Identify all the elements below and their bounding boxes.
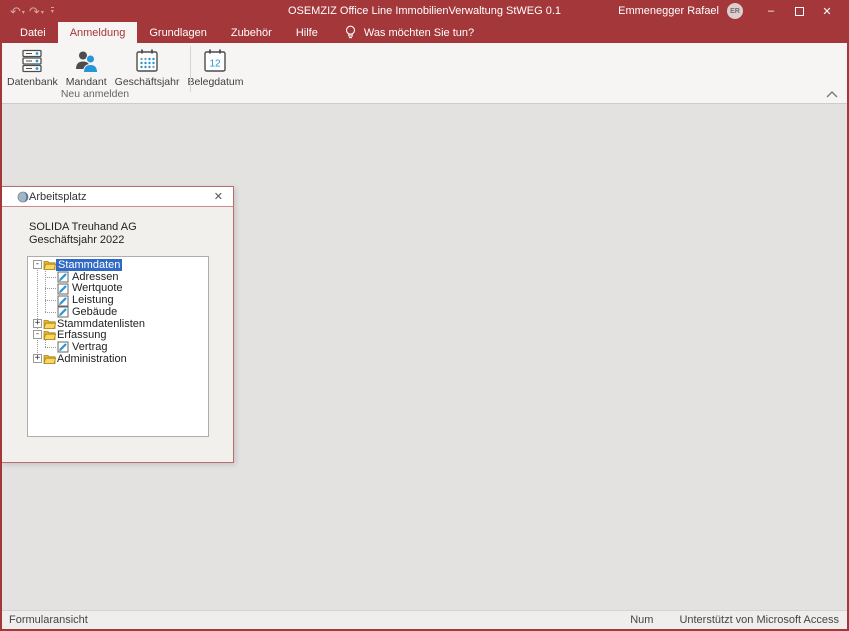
folder-icon [43, 259, 56, 271]
window-border [0, 0, 2, 631]
expand-toggle[interactable]: + [33, 354, 42, 363]
user-name: Emmenegger Rafael [618, 5, 719, 17]
main-canvas: Arbeitsplatz ✕ SOLIDA Treuhand AG Geschä… [0, 104, 849, 611]
tree-item-label[interactable]: Adressen [72, 271, 118, 283]
button-label: Geschäftsjahr [115, 76, 180, 88]
fiscal-year-label: Geschäftsjahr 2022 [29, 234, 124, 247]
button-label: Mandant [66, 76, 107, 88]
minimize-button[interactable]: – [757, 0, 785, 22]
tree-item-label[interactable]: Erfassung [57, 329, 107, 341]
people-icon [73, 48, 99, 74]
company-name: SOLIDA Treuhand AG [29, 221, 137, 234]
ribbon-group-separator [190, 46, 191, 92]
tree-item-stammdatenlisten[interactable]: + Stammdatenlisten [28, 318, 208, 330]
svg-text:12: 12 [210, 59, 222, 70]
maximize-icon [795, 7, 804, 16]
app-window: ↶ ▾ ↷ ▾ ▾ OSEMZIZ Office Line Immobilien… [0, 0, 849, 631]
tree-item-label[interactable]: Gebäude [72, 306, 117, 318]
tree-item-stammdaten[interactable]: - Stammdaten [28, 259, 208, 271]
ribbon-group-label: Neu anmelden [0, 88, 190, 100]
form-pencil-icon [57, 341, 69, 353]
form-window-icon [17, 191, 29, 203]
button-label: Belegdatum [187, 76, 243, 88]
avatar[interactable]: ER [727, 3, 743, 19]
form-pencil-icon [57, 271, 69, 283]
tree-item-label[interactable]: Leistung [72, 294, 114, 306]
powered-by-label: Unterstützt von Microsoft Access [679, 611, 839, 629]
close-icon: ✕ [214, 191, 223, 203]
tree-item-erfassung[interactable]: - Erfassung [28, 329, 208, 341]
dialog-titlebar[interactable]: Arbeitsplatz ✕ [1, 187, 233, 207]
tab-zubehoer[interactable]: Zubehör [219, 22, 284, 43]
tab-grundlagen[interactable]: Grundlagen [137, 22, 219, 43]
form-pencil-icon [57, 306, 69, 318]
tree-item-vertrag[interactable]: Vertrag [28, 341, 208, 353]
titlebar: ↶ ▾ ↷ ▾ ▾ OSEMZIZ Office Line Immobilien… [0, 0, 849, 22]
num-lock-indicator: Num [630, 611, 653, 629]
folder-icon [43, 318, 56, 330]
status-bar: Formularansicht Num Unterstützt von Micr… [2, 610, 847, 629]
expand-toggle[interactable]: + [33, 319, 42, 328]
geschaeftsjahr-button[interactable]: Geschäftsjahr [111, 45, 184, 88]
tell-me-label: Was möchten Sie tun? [364, 27, 474, 39]
form-pencil-icon [57, 295, 69, 307]
chevron-up-icon [825, 90, 839, 99]
maximize-button[interactable] [785, 0, 813, 22]
tree-item-label[interactable]: Stammdaten [56, 259, 122, 271]
tree-item-label[interactable]: Wertquote [72, 282, 123, 294]
ribbon-group-neu-anmelden: Datenbank Mandant [3, 45, 248, 88]
folder-icon [43, 329, 56, 341]
minimize-icon: – [768, 5, 774, 17]
tab-datei[interactable]: Datei [8, 22, 58, 43]
close-button[interactable]: ✕ [813, 0, 841, 22]
tab-anmeldung[interactable]: Anmeldung [58, 22, 138, 43]
mandant-button[interactable]: Mandant [62, 45, 111, 88]
form-pencil-icon [57, 283, 69, 295]
folder-icon [43, 353, 56, 365]
calendar-grid-icon [134, 48, 160, 74]
dialog-close-button[interactable]: ✕ [214, 187, 223, 207]
tree-item-label[interactable]: Administration [57, 353, 127, 365]
tree-item-gebaeude[interactable]: Gebäude [28, 306, 208, 318]
calendar-date-icon: 12 [202, 48, 228, 74]
navigation-tree: - Stammdaten Ad [27, 256, 209, 437]
arbeitsplatz-dialog: Arbeitsplatz ✕ SOLIDA Treuhand AG Geschä… [0, 186, 234, 463]
dialog-title: Arbeitsplatz [29, 187, 86, 207]
tree-item-label[interactable]: Vertrag [72, 341, 107, 353]
ribbon-tab-row: Datei Anmeldung Grundlagen Zubehör Hilfe… [0, 22, 849, 43]
ribbon: Datenbank Mandant [0, 43, 849, 104]
collapse-ribbon-button[interactable] [823, 88, 841, 100]
database-server-icon [19, 48, 45, 74]
tell-me-box[interactable]: Was möchten Sie tun? [334, 22, 484, 43]
tree-item-label[interactable]: Stammdatenlisten [57, 318, 145, 330]
button-label: Datenbank [7, 76, 58, 88]
tree-item-leistung[interactable]: Leistung [28, 294, 208, 306]
collapse-toggle[interactable]: - [33, 260, 42, 269]
belegdatum-button[interactable]: 12 Belegdatum [183, 45, 247, 88]
tree-item-adressen[interactable]: Adressen [28, 271, 208, 283]
tree-item-administration[interactable]: + Administration [28, 353, 208, 365]
collapse-toggle[interactable]: - [33, 330, 42, 339]
view-mode-label: Formularansicht [9, 611, 88, 629]
close-icon: ✕ [822, 5, 831, 18]
lightbulb-icon [344, 25, 357, 40]
datenbank-button[interactable]: Datenbank [3, 45, 62, 88]
tree-item-wertquote[interactable]: Wertquote [28, 282, 208, 294]
tab-hilfe[interactable]: Hilfe [284, 22, 330, 43]
